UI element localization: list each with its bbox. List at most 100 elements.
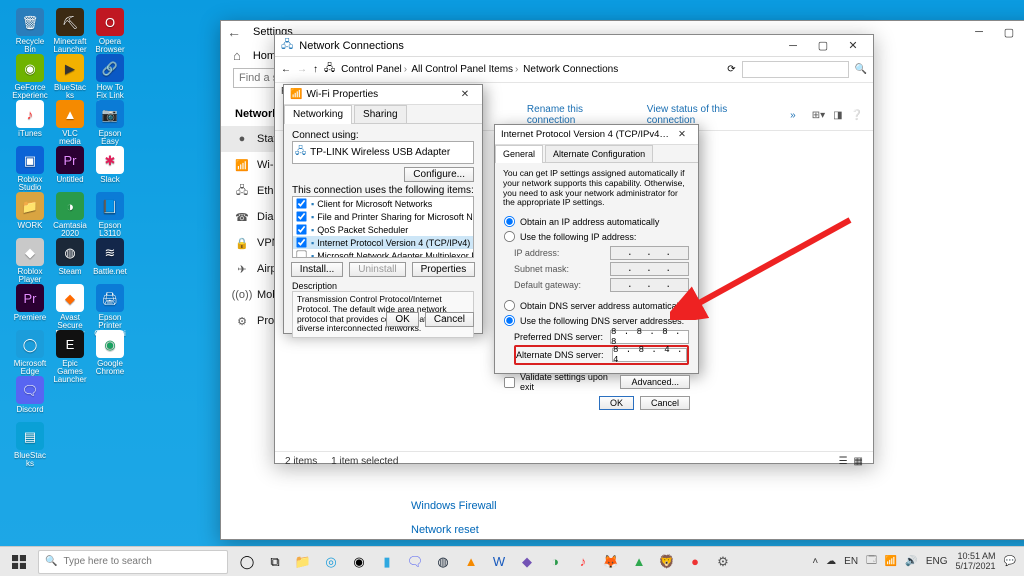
advanced-button[interactable]: Advanced... (620, 375, 690, 389)
desktop-icon[interactable]: ◯Microsoft Edge (12, 330, 48, 376)
desktop-icon[interactable]: 📁WORK (12, 192, 48, 230)
brave-icon[interactable]: 🦁 (654, 549, 680, 575)
nav-back-icon[interactable]: ← (281, 64, 291, 75)
edge-icon[interactable]: ◎ (318, 549, 344, 575)
tray-lang2[interactable]: ENG (926, 556, 948, 567)
link-network-reset[interactable]: Network reset (411, 518, 1024, 542)
radio-auto-ip[interactable]: Obtain an IP address automatically (503, 214, 690, 229)
validate-checkbox[interactable]: Validate settings upon exit (503, 372, 620, 392)
radio-auto-dns[interactable]: Obtain DNS server address automatically (503, 298, 690, 313)
desktop-icon[interactable]: ▤BlueStacks (12, 422, 48, 468)
properties-button[interactable]: Properties (412, 262, 476, 277)
tab-sharing[interactable]: Sharing (354, 105, 406, 124)
ok-button[interactable]: OK (386, 312, 418, 327)
protocol-checkbox[interactable] (296, 211, 306, 221)
cancel-button[interactable]: Cancel (425, 312, 474, 327)
taskbar[interactable]: 🔍 Type here to search ◯ ⧉ 📁 ◎ ◉ ▮ 🗨 ◍ ▲ … (0, 546, 1024, 576)
help-icon[interactable]: ❔ (851, 110, 863, 121)
tray-notifications-icon[interactable]: 💬 (1004, 556, 1016, 567)
close-icon[interactable]: ✕ (672, 127, 692, 143)
protocol-item[interactable]: ▪Microsoft Network Adapter Multiplexor P… (293, 249, 473, 258)
netconn-titlebar[interactable]: 🖧 Network Connections ─ ▢ ✕ (275, 35, 873, 57)
home-icon[interactable]: ⌂ (233, 48, 241, 63)
toolbar-more[interactable]: » (790, 110, 796, 121)
tray-battery-icon[interactable]: 🗔 (866, 553, 877, 570)
app-icon[interactable]: ◆ (514, 549, 540, 575)
ok-button[interactable]: OK (599, 396, 634, 410)
toolbar-link[interactable]: View status of this connection (647, 104, 774, 126)
tab-general[interactable]: General (495, 145, 543, 163)
gdrive-icon[interactable]: ▲ (626, 549, 652, 575)
configure-button[interactable]: Configure... (404, 167, 474, 182)
tray-onedrive-icon[interactable]: ☁ (826, 556, 836, 567)
link-windows-firewall[interactable]: Windows Firewall (411, 494, 1024, 518)
desktop-icon[interactable]: ≋Battle.net (92, 238, 128, 276)
protocol-item[interactable]: ▪QoS Packet Scheduler (293, 223, 473, 236)
protocol-item[interactable]: ▪File and Printer Sharing for Microsoft … (293, 210, 473, 223)
protocol-item[interactable]: ▪Internet Protocol Version 4 (TCP/IPv4) (293, 236, 473, 249)
tab-alternate[interactable]: Alternate Configuration (545, 145, 653, 163)
desktop-icon[interactable]: PrPremiere (12, 284, 48, 322)
breadcrumb[interactable]: Control Panel› All Control Panel Items› … (341, 64, 618, 75)
protocol-checkbox[interactable] (296, 237, 306, 247)
back-icon[interactable]: ← (227, 24, 241, 40)
protocol-checkbox[interactable] (296, 250, 306, 258)
close-icon[interactable]: ✕ (454, 87, 476, 103)
radio-manual-dns[interactable]: Use the following DNS server addresses: (503, 313, 690, 328)
adapter-field[interactable]: 🖧 TP-LINK Wireless USB Adapter (292, 141, 474, 164)
toolbar-link[interactable]: Rename this connection (527, 104, 631, 126)
view-icons-icon[interactable]: ⊞▾ (812, 110, 825, 121)
close-icon[interactable]: ✕ (839, 37, 867, 55)
desktop-icon[interactable]: ◑Camtasia 2020 (52, 192, 88, 238)
refresh-icon[interactable]: ⟳ (727, 64, 735, 75)
desktop-icon[interactable]: PrUntitled (52, 146, 88, 184)
firefox-icon[interactable]: 🦊 (598, 549, 624, 575)
system-tray[interactable]: ˄ ☁ EN 🗔 📶 🔊 ENG 10:51 AM 5/17/2021 💬 (812, 552, 1020, 572)
camtasia-icon[interactable]: ◑ (542, 549, 568, 575)
desktop-icon[interactable]: ◆Roblox Player (12, 238, 48, 284)
steam-icon[interactable]: ◍ (430, 549, 456, 575)
vlc-icon[interactable]: ▲ (458, 549, 484, 575)
maximize-icon[interactable]: ▢ (809, 37, 837, 55)
nav-forward-icon[interactable]: → (297, 64, 307, 75)
chrome-icon[interactable]: ◉ (346, 549, 372, 575)
protocol-list[interactable]: ▪Client for Microsoft Networks▪File and … (292, 196, 474, 258)
preview-pane-icon[interactable]: ◨ (833, 110, 842, 121)
view-large-icon[interactable]: ▦ (854, 456, 863, 467)
protocol-checkbox[interactable] (296, 224, 306, 234)
protocol-checkbox[interactable] (296, 198, 306, 208)
tray-wifi-icon[interactable]: 📶 (885, 556, 897, 567)
explorer-search-input[interactable] (742, 61, 849, 78)
explorer-icon[interactable]: 📁 (290, 549, 316, 575)
word-icon[interactable]: W (486, 549, 512, 575)
nav-up-icon[interactable]: ↑ (313, 64, 318, 75)
desktop-icon[interactable]: 🗨Discord (12, 376, 48, 414)
alternate-dns-field[interactable]: 8 . 8 . 4 . 4 (612, 348, 687, 362)
desktop-icon[interactable]: OOpera Browser (92, 8, 128, 54)
tray-clock[interactable]: 10:51 AM 5/17/2021 (956, 552, 996, 572)
protocol-item[interactable]: ▪Client for Microsoft Networks (293, 197, 473, 210)
tray-lang1[interactable]: EN (844, 556, 858, 567)
desktop-icon[interactable]: ♪iTunes (12, 100, 48, 138)
radio-manual-ip[interactable]: Use the following IP address: (503, 229, 690, 244)
desktop-icon[interactable]: ✱Slack (92, 146, 128, 184)
desktop-icon[interactable]: ▶BlueStacks (52, 54, 88, 100)
install-button[interactable]: Install... (291, 262, 343, 277)
tab-networking[interactable]: Networking (284, 105, 352, 124)
tray-volume-icon[interactable]: 🔊 (905, 556, 917, 567)
minimize-icon[interactable]: ─ (779, 37, 807, 55)
app-icon[interactable]: ● (682, 549, 708, 575)
task-view-icon[interactable]: ⧉ (262, 549, 288, 575)
taskbar-search[interactable]: 🔍 Type here to search (38, 550, 228, 574)
cortana-icon[interactable]: ◯ (234, 549, 260, 575)
desktop-icon[interactable]: ◉Google Chrome (92, 330, 128, 376)
desktop-icon[interactable]: ⛏Minecraft Launcher (52, 8, 88, 54)
itunes-icon[interactable]: ♪ (570, 549, 596, 575)
search-icon[interactable]: 🔍 (855, 64, 867, 75)
desktop-icon[interactable]: 🗑Recycle Bin (12, 8, 48, 54)
discord-icon[interactable]: 🗨 (402, 549, 428, 575)
view-details-icon[interactable]: ☰ (839, 456, 848, 467)
desktop-icon[interactable]: ▣Roblox Studio (12, 146, 48, 192)
settings-open-icon[interactable]: ⚙ (710, 549, 736, 575)
desktop-icon[interactable]: EEpic Games Launcher (52, 330, 88, 384)
